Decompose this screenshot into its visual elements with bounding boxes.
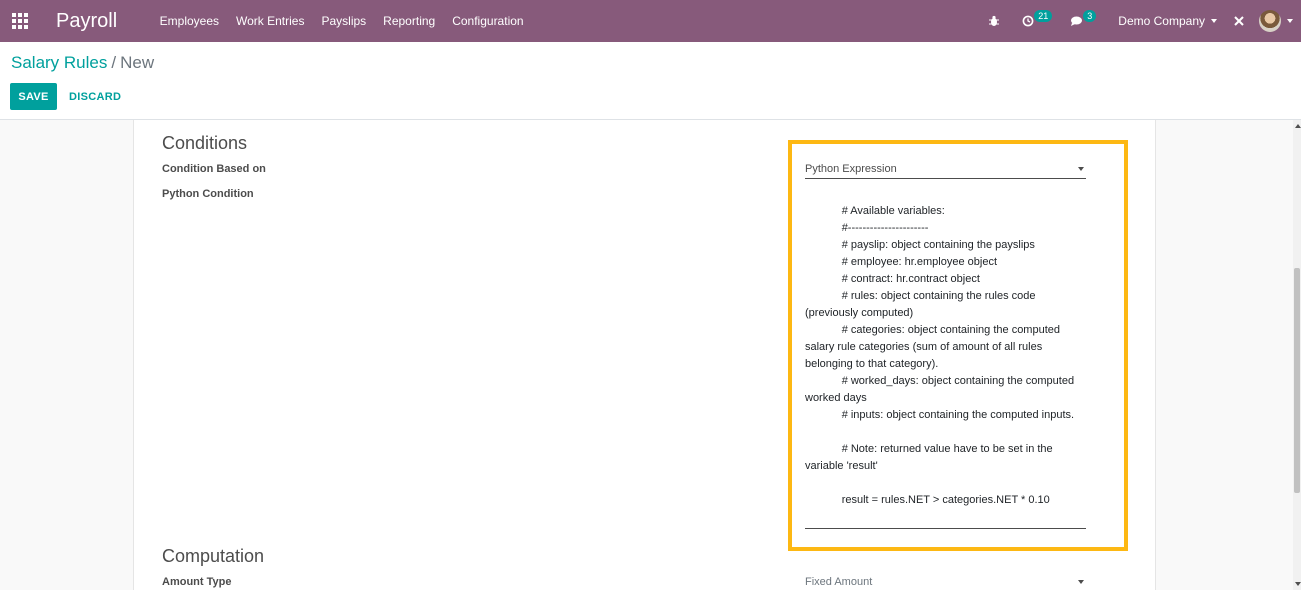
company-name: Demo Company	[1118, 14, 1205, 28]
scroll-down-arrow-icon[interactable]	[1295, 582, 1301, 586]
breadcrumb: Salary Rules / New	[11, 53, 154, 73]
main-menu: Employees Work Entries Payslips Reportin…	[151, 0, 532, 42]
discard-button[interactable]: DISCARD	[63, 83, 127, 110]
company-switcher[interactable]: Demo Company	[1118, 14, 1217, 28]
message-count-badge: 3	[1083, 10, 1097, 22]
python-condition-editor[interactable]: # Available variables: #----------------…	[805, 203, 1086, 529]
chevron-down-icon	[1211, 19, 1217, 23]
computation-section-title: Computation	[162, 546, 265, 566]
breadcrumb-separator: /	[111, 53, 117, 72]
activity-count-badge: 21	[1034, 10, 1053, 22]
chevron-down-icon[interactable]	[1287, 19, 1293, 23]
app-brand[interactable]: Payroll	[56, 10, 117, 33]
conditions-section-title: Conditions	[162, 133, 248, 153]
menu-item-work-entries[interactable]: Work Entries	[228, 0, 313, 42]
navbar-systray: 21 3 Demo Company	[988, 0, 1301, 42]
python-condition-label: Python Condition	[162, 188, 254, 200]
chevron-down-icon	[1078, 166, 1084, 171]
breadcrumb-salary-rules[interactable]: Salary Rules	[11, 53, 107, 72]
apps-menu-icon[interactable]	[0, 0, 40, 42]
menu-item-payslips[interactable]: Payslips	[313, 0, 375, 42]
menu-item-reporting[interactable]: Reporting	[375, 0, 444, 42]
amount-type-select[interactable]: Fixed Amount	[805, 572, 1086, 590]
chevron-down-icon	[1078, 580, 1084, 584]
menu-item-employees[interactable]: Employees	[151, 0, 227, 42]
condition-based-on-value: Python Expression	[805, 162, 897, 175]
condition-based-on-select[interactable]: Python Expression	[805, 159, 1086, 179]
top-navbar: Payroll Employees Work Entries Payslips …	[0, 0, 1301, 42]
activity-clock-icon[interactable]: 21	[1022, 10, 1053, 27]
debug-tools-icon[interactable]	[1233, 15, 1245, 27]
save-button[interactable]: SAVE	[10, 83, 57, 110]
condition-based-on-label: Condition Based on	[162, 163, 266, 175]
bug-icon[interactable]	[988, 15, 1000, 27]
user-avatar[interactable]	[1259, 10, 1281, 32]
scrollbar-thumb[interactable]	[1294, 268, 1300, 493]
control-panel: Salary Rules / New SAVE DISCARD	[0, 42, 1301, 120]
messages-chat-icon[interactable]: 3	[1070, 10, 1097, 27]
amount-type-label: Amount Type	[162, 576, 232, 588]
amount-type-value: Fixed Amount	[805, 576, 873, 588]
menu-item-configuration[interactable]: Configuration	[444, 0, 532, 42]
breadcrumb-current: New	[120, 53, 155, 72]
scroll-up-arrow-icon[interactable]	[1295, 124, 1301, 128]
